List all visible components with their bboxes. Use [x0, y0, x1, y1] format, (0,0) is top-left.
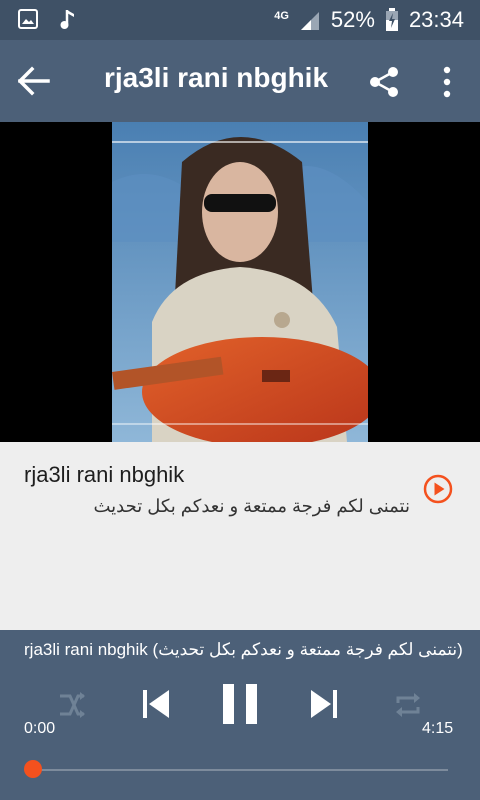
music-note-icon	[60, 10, 74, 29]
previous-icon[interactable]	[141, 688, 171, 720]
elapsed-time: 0:00	[24, 720, 56, 737]
track-info: rja3li rani nbghik نتمنى لكم فرجة ممتعة …	[0, 442, 480, 630]
pause-icon[interactable]	[221, 682, 259, 726]
player-panel: rja3li rani nbghik (نتمنى لكم فرجة ممتعة…	[0, 630, 480, 800]
track-subtitle: نتمنى لكم فرجة ممتعة و نعدكم بكل تحديث	[93, 496, 410, 516]
clock: 23:34	[408, 7, 464, 32]
signal-icon	[300, 12, 319, 30]
more-vert-icon[interactable]	[438, 65, 456, 99]
seek-bar[interactable]	[33, 769, 448, 771]
share-icon[interactable]	[368, 66, 400, 98]
track-title: rja3li rani nbghik	[24, 462, 185, 487]
back-arrow-icon[interactable]	[18, 66, 52, 96]
battery-percent: 52%	[330, 7, 375, 32]
battery-icon	[385, 8, 398, 31]
seek-thumb[interactable]	[24, 760, 42, 778]
shuffle-icon[interactable]	[58, 692, 86, 718]
next-icon[interactable]	[309, 688, 339, 720]
artist-photo	[112, 122, 368, 442]
now-playing-text: rja3li rani nbghik (نتمنى لكم فرجة ممتعة…	[24, 640, 463, 659]
page-title: rja3li rani nbghik	[103, 62, 329, 93]
repeat-icon[interactable]	[394, 692, 422, 718]
network-type: 4G	[274, 9, 289, 22]
total-duration: 4:15	[422, 720, 454, 737]
status-bar: 4G 52% 23:34	[0, 0, 480, 40]
album-artwork	[0, 122, 480, 442]
image-icon	[18, 9, 38, 29]
play-circle-icon[interactable]	[423, 474, 453, 504]
app-bar: rja3li rani nbghik	[0, 40, 480, 122]
